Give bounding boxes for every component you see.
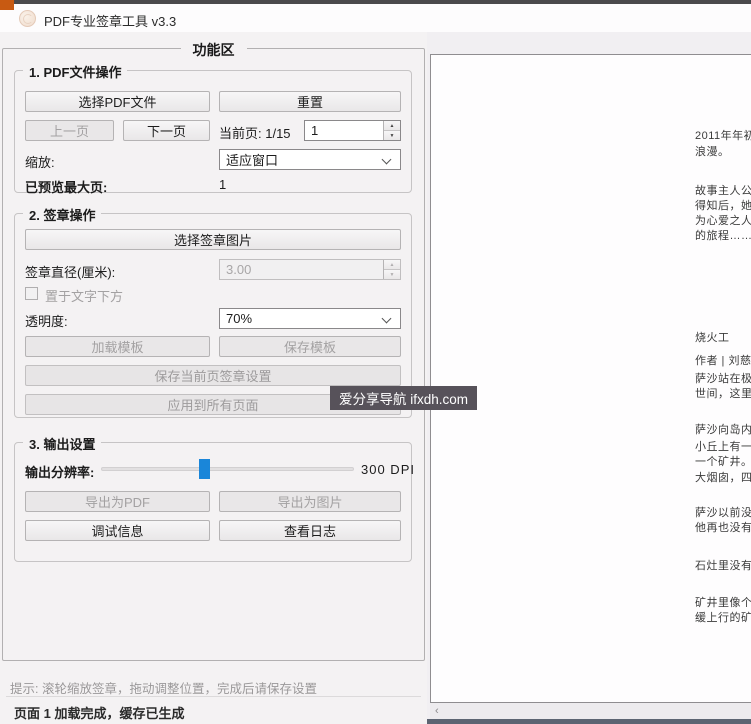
pdf-text-line: 萨沙以前没来过 (695, 504, 751, 520)
pdf-text-line: 故事主人公萨沙 (695, 182, 751, 198)
zoom-select[interactable]: 适应窗口 (219, 149, 401, 170)
load-template-button[interactable]: 加载模板 (25, 336, 210, 357)
next-page-label: 下一页 (147, 121, 186, 140)
export-pdf-button[interactable]: 导出为PDF (25, 491, 210, 512)
pdf-text-line: 小丘上有一个黑 (695, 438, 751, 454)
max-preview-value: 1 (219, 177, 226, 192)
page-number-spinbox[interactable]: ▲ ▼ (304, 120, 401, 141)
prev-page-label: 上一页 (50, 121, 89, 140)
group3-title: 3. 输出设置 (23, 434, 101, 453)
pdf-text-line: 浪漫。 (695, 143, 730, 159)
zoom-label: 缩放: (25, 152, 55, 171)
load-template-label: 加载模板 (91, 337, 143, 356)
view-log-button[interactable]: 查看日志 (219, 520, 401, 541)
watermark-text: 爱分享导航 ifxdh.com (339, 388, 468, 408)
diameter-label: 签章直径(厘米): (25, 262, 115, 281)
hint-text: 提示: 滚轮缩放签章，拖动调整位置，完成后请保存设置 (10, 678, 317, 697)
select-pdf-button[interactable]: 选择PDF文件 (25, 91, 210, 112)
diameter-spin-buttons: ▲ ▼ (383, 260, 400, 279)
group-output-settings: 3. 输出设置 输出分辨率: 300 DPI 导出为PDF 导出为图片 调试信息… (14, 442, 412, 562)
below-text-checkbox[interactable] (25, 287, 38, 300)
spin-up-icon[interactable]: ▲ (384, 260, 400, 270)
group1-title: 1. PDF文件操作 (23, 62, 127, 81)
window-top-strip (0, 0, 751, 4)
max-preview-label: 已预览最大页: (25, 177, 107, 196)
pdf-text-line: 世间，这里是世界 (695, 385, 751, 401)
status-bar-text: 页面 1 加载完成，缓存已生成 (14, 703, 184, 722)
spin-down-icon[interactable]: ▼ (384, 131, 400, 140)
watermark-badge: 爱分享导航 ifxdh.com (330, 386, 477, 410)
window-bottom-strip (427, 719, 751, 724)
below-text-label: 置于文字下方 (45, 286, 123, 305)
pdf-text-line: 2011年年初，刘 (695, 127, 751, 143)
opacity-select-value: 70% (220, 311, 400, 326)
panel-header: 功能区 (181, 40, 247, 60)
pdf-text-line: 烧火工 (695, 329, 730, 345)
dpi-slider-track[interactable] (101, 467, 354, 471)
scroll-left-icon[interactable]: ‹ (430, 706, 439, 717)
prev-page-button[interactable]: 上一页 (25, 120, 114, 141)
apply-all-pages-label: 应用到所有页面 (167, 395, 258, 414)
export-pdf-label: 导出为PDF (85, 492, 150, 511)
reset-button[interactable]: 重置 (219, 91, 401, 112)
window-title: PDF专业签章工具 v3.3 (44, 11, 176, 30)
horizontal-scrollbar[interactable]: ‹ (430, 703, 751, 719)
pdf-text-layer: 2011年年初，刘浪漫。故事主人公萨沙得知后，她决定为心爱之人寻找的旅程…… 烧火… (431, 55, 751, 702)
next-page-button[interactable]: 下一页 (123, 120, 210, 141)
pdf-text-line: 大烟囱，四周都 (695, 469, 751, 485)
pdf-text-line: 作者 | 刘慈欣 (695, 352, 751, 368)
pdf-text-line: 石灶里没有火， (695, 557, 751, 573)
pdf-preview-area[interactable]: 2011年年初，刘浪漫。故事主人公萨沙得知后，她决定为心爱之人寻找的旅程…… 烧火… (427, 32, 751, 724)
app-icon (19, 10, 36, 27)
debug-info-button[interactable]: 调试信息 (25, 520, 210, 541)
window-corner-accent (0, 0, 14, 10)
current-page-label: 当前页: 1/15 (219, 123, 291, 142)
spin-up-icon[interactable]: ▲ (384, 121, 400, 131)
save-current-page-button[interactable]: 保存当前页签章设置 (25, 365, 401, 386)
select-signature-image-button[interactable]: 选择签章图片 (25, 229, 401, 250)
group2-title: 2. 签章操作 (23, 205, 101, 224)
pdf-text-line: 矿井里像个无底 (695, 594, 751, 610)
group-pdf-operations: 1. PDF文件操作 选择PDF文件 重置 上一页 下一页 当前页: 1/15 … (14, 70, 412, 193)
pdf-text-line: 的旅程…… (695, 227, 751, 243)
pdf-text-line: 缓上行的矿车上 (695, 609, 751, 625)
pdf-text-line: 得知后，她决定 (695, 197, 751, 213)
export-image-label: 导出为图片 (277, 492, 342, 511)
pdf-text-line: 一个矿井。在小 (695, 453, 751, 469)
pdf-text-line: 萨沙向岛内走去 (695, 421, 751, 437)
pdf-page[interactable]: 2011年年初，刘浪漫。故事主人公萨沙得知后，她决定为心爱之人寻找的旅程…… 烧火… (430, 54, 751, 703)
opacity-select[interactable]: 70% (219, 308, 401, 329)
dpi-value: 300 DPI (361, 462, 415, 477)
zoom-select-value: 适应窗口 (220, 150, 400, 169)
save-template-label: 保存模板 (284, 337, 336, 356)
debug-info-label: 调试信息 (91, 521, 143, 540)
export-image-button[interactable]: 导出为图片 (219, 491, 401, 512)
select-signature-label: 选择签章图片 (174, 230, 252, 249)
save-current-page-label: 保存当前页签章设置 (154, 366, 271, 385)
page-spin-buttons: ▲ ▼ (383, 121, 400, 140)
opacity-label: 透明度: (25, 311, 68, 330)
pdf-text-line: 他再也没有吸引 (695, 519, 751, 535)
diameter-spinbox[interactable]: 3.00 ▲ ▼ (219, 259, 401, 280)
page-number-input[interactable] (311, 123, 371, 138)
status-divider (6, 696, 421, 697)
pdf-text-line: 萨沙站在极东岛 (695, 370, 751, 386)
spin-down-icon[interactable]: ▼ (384, 270, 400, 279)
pdf-text-line: 为心爱之人寻找 (695, 212, 751, 228)
control-region: 功能区 1. PDF文件操作 选择PDF文件 重置 上一页 下一页 当前页: 1… (0, 32, 427, 724)
diameter-value: 3.00 (220, 262, 383, 277)
save-template-button[interactable]: 保存模板 (219, 336, 401, 357)
dpi-label: 输出分辨率: (25, 462, 94, 481)
reset-label: 重置 (297, 92, 323, 111)
dpi-slider-handle[interactable] (199, 459, 210, 479)
select-pdf-label: 选择PDF文件 (78, 92, 156, 111)
title-bar[interactable]: PDF专业签章工具 v3.3 (0, 4, 751, 32)
view-log-label: 查看日志 (284, 521, 336, 540)
